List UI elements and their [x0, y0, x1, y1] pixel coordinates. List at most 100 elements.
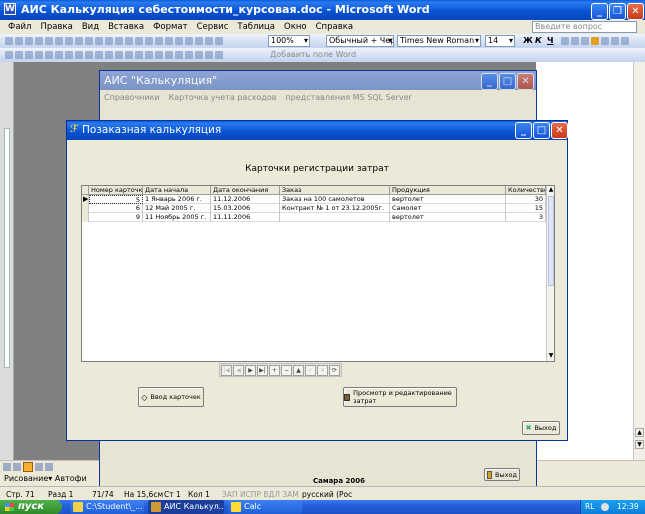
grid-scroll-up-icon[interactable]: ▲ [547, 186, 555, 194]
ais-close-icon[interactable]: ✕ [517, 73, 534, 90]
grid-scroll-down-icon[interactable]: ▼ [547, 352, 555, 360]
ais-minimize-icon[interactable]: _ [481, 73, 498, 90]
table-row[interactable]: ▶ 5 1 Январь 2006 г. 11.12.2006 Заказ на… [82, 195, 554, 204]
cell-start-date[interactable]: 11 Ноябрь 2005 г. [143, 213, 211, 222]
add-word-field-button[interactable]: Добавить поле Word [270, 50, 356, 59]
tray-network-icon[interactable] [601, 503, 609, 511]
tool-icon[interactable] [95, 51, 103, 59]
ais-maximize-icon[interactable]: □ [499, 73, 516, 90]
web-view-icon[interactable] [13, 463, 21, 471]
view-edit-costs-button[interactable]: Просмотр и редактирование затрат [343, 387, 457, 407]
col-header-end-date[interactable]: Дата окончания [211, 186, 280, 195]
spelling-icon[interactable] [65, 37, 73, 45]
format-painter-icon[interactable] [115, 37, 123, 45]
cell-product[interactable]: Самолет [390, 204, 506, 213]
align-center-icon[interactable] [571, 37, 579, 45]
font-select[interactable]: Times New Roman [397, 35, 481, 47]
docmap-icon[interactable] [205, 37, 213, 45]
scroll-up-icon[interactable]: ▲ [635, 428, 644, 437]
tables-icon[interactable] [155, 37, 163, 45]
size-select[interactable]: 14 [485, 35, 515, 47]
tool-icon[interactable] [75, 51, 83, 59]
print-layout-icon[interactable] [23, 462, 33, 472]
italic-button[interactable]: К [535, 36, 542, 45]
nav-edit-icon[interactable]: ▲ [293, 365, 304, 376]
nav-insert-icon[interactable]: + [269, 365, 280, 376]
cell-order[interactable] [280, 213, 390, 222]
cell-product[interactable]: вертолет [390, 195, 506, 204]
cell-quantity[interactable]: 30 [506, 195, 546, 204]
redo-icon[interactable] [135, 37, 143, 45]
grid-vertical-scrollbar[interactable]: ▲ ▼ [546, 186, 554, 361]
tool-icon[interactable] [185, 51, 193, 59]
tool-icon[interactable] [115, 51, 123, 59]
start-button[interactable]: пуск [0, 500, 62, 514]
align-left-icon[interactable] [561, 37, 569, 45]
hyperlink-icon[interactable] [145, 37, 153, 45]
taskbar-item-calc[interactable]: Calc [228, 500, 302, 514]
copy-icon[interactable] [95, 37, 103, 45]
zoom-select[interactable]: 100% [268, 35, 310, 47]
form-close-icon[interactable]: ✕ [551, 122, 568, 139]
tool-icon[interactable] [195, 51, 203, 59]
ais-menu-catalogs[interactable]: Справочники [104, 93, 160, 102]
form-maximize-icon[interactable]: □ [533, 122, 550, 139]
cell-quantity[interactable]: 15 [506, 204, 546, 213]
justify-icon[interactable] [591, 37, 599, 45]
excel-icon[interactable] [175, 37, 183, 45]
scroll-down-icon[interactable]: ▼ [635, 440, 644, 449]
close-icon[interactable]: ✕ [627, 3, 644, 20]
numbering-icon[interactable] [611, 37, 619, 45]
table-row[interactable]: 6 12 Май 2005 г. 15.03.2006 Контракт № 1… [82, 204, 554, 213]
line-spacing-icon[interactable] [601, 37, 609, 45]
cell-end-date[interactable]: 11.12.2006 [211, 195, 280, 204]
ais-menu-sql-views[interactable]: представления MS SQL Server [285, 93, 411, 102]
menu-table[interactable]: Таблица [237, 22, 275, 32]
undo-icon[interactable] [125, 37, 133, 45]
nav-post-icon[interactable]: ✓ [305, 365, 316, 376]
cell-order[interactable]: Заказ на 100 самолетов [280, 195, 390, 204]
tool-icon[interactable] [45, 51, 53, 59]
cell-start-date[interactable]: 12 Май 2005 г. [143, 204, 211, 213]
tool-icon[interactable] [165, 51, 173, 59]
form-minimize-icon[interactable]: _ [515, 122, 532, 139]
cut-icon[interactable] [85, 37, 93, 45]
tool-icon[interactable] [125, 51, 133, 59]
cell-card-no[interactable]: 9 [89, 213, 143, 222]
underline-button[interactable]: Ч [547, 36, 553, 45]
tool-icon[interactable] [5, 51, 13, 59]
columns-icon[interactable] [185, 37, 193, 45]
word-vertical-scrollbar[interactable]: ▲ ▼ [633, 62, 645, 460]
open-icon[interactable] [15, 37, 23, 45]
cell-card-no[interactable]: 5 [89, 195, 143, 204]
tool-icon[interactable] [145, 51, 153, 59]
tool-icon[interactable] [175, 51, 183, 59]
new-icon[interactable] [5, 37, 13, 45]
reading-view-icon[interactable] [35, 463, 43, 471]
col-header-card-no[interactable]: Номер карточки [89, 186, 143, 195]
help-search-input[interactable]: Введите вопрос [532, 21, 637, 33]
save-icon[interactable] [25, 37, 33, 45]
col-header-quantity[interactable]: Количество [506, 186, 546, 195]
grid-scroll-thumb[interactable] [548, 196, 554, 286]
minimize-icon[interactable]: _ [591, 3, 608, 20]
paste-icon[interactable] [105, 37, 113, 45]
cell-product[interactable]: вертолет [390, 213, 506, 222]
menu-help[interactable]: Справка [316, 22, 353, 32]
tool-icon[interactable] [15, 51, 23, 59]
menu-insert[interactable]: Вставка [108, 22, 144, 32]
cards-grid[interactable]: Номер карточки Дата начала Дата окончани… [81, 185, 555, 362]
table-row[interactable]: 9 11 Ноябрь 2005 г. 11.11.2006 вертолет … [82, 213, 554, 222]
show-hide-icon[interactable] [215, 37, 223, 45]
menu-format[interactable]: Формат [153, 22, 188, 32]
menu-window[interactable]: Окно [284, 22, 307, 32]
input-cards-button[interactable]: ◇ Ввод карточек [138, 387, 204, 407]
cell-start-date[interactable]: 1 Январь 2006 г. [143, 195, 211, 204]
ais-exit-button[interactable]: Выход [484, 468, 520, 481]
style-select[interactable]: Обычный + Чер [326, 35, 394, 47]
tool-icon[interactable] [155, 51, 163, 59]
drawing-menu[interactable]: Рисование [4, 474, 48, 483]
col-header-start-date[interactable]: Дата начала [143, 186, 211, 195]
tool-icon[interactable] [35, 51, 43, 59]
preview-icon[interactable] [55, 37, 63, 45]
